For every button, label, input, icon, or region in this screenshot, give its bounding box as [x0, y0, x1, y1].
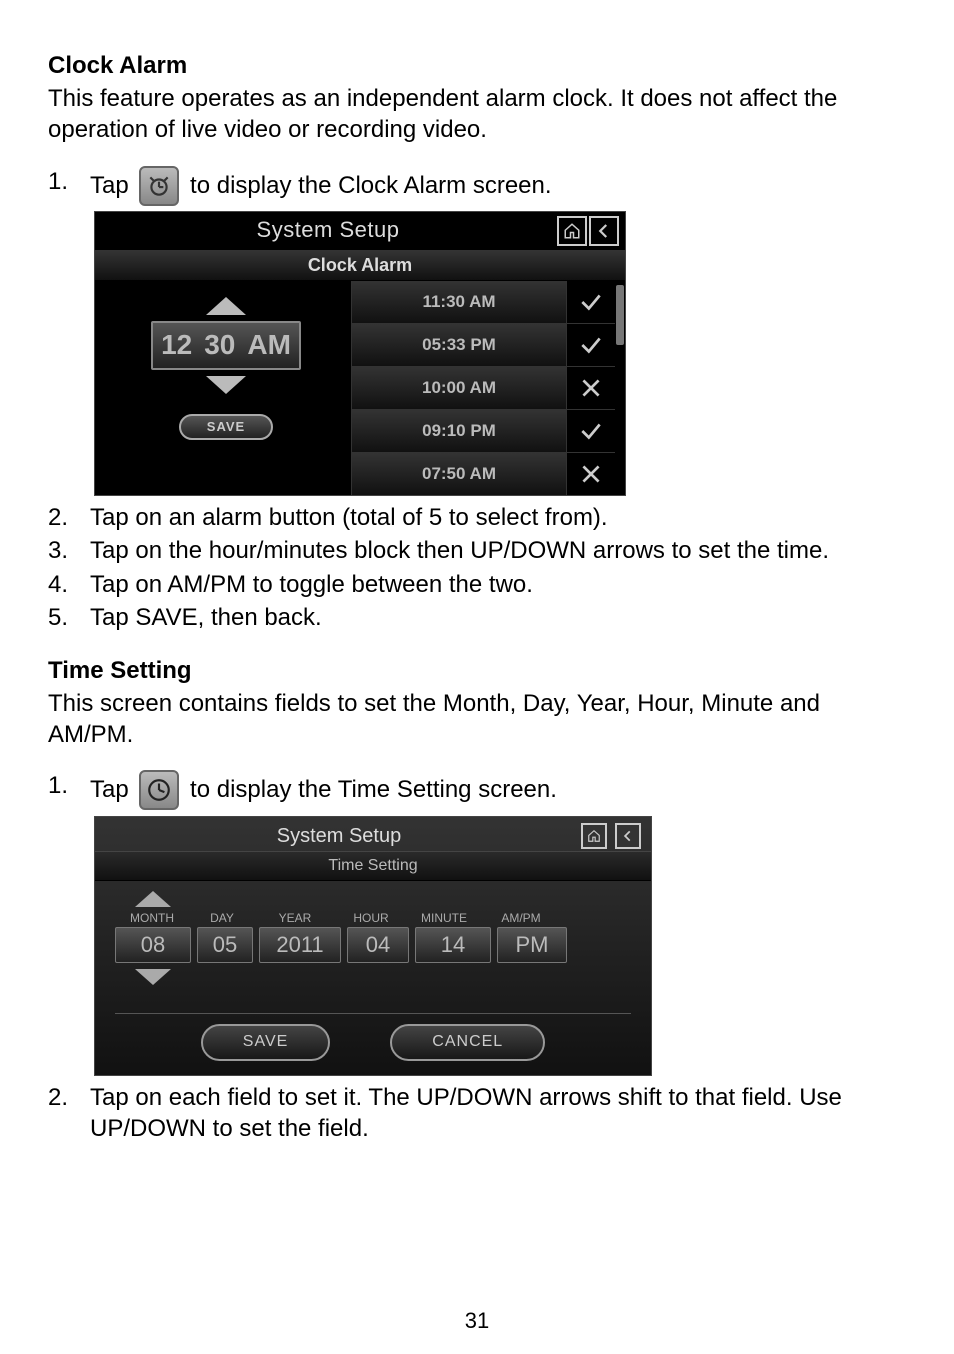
time-setting-step1: 1. Tap to display the Time Setting scree…	[48, 770, 906, 811]
hour-segment[interactable]: 12	[159, 327, 194, 363]
save-button[interactable]: SAVE	[201, 1024, 331, 1061]
clock-alarm-step3: 3.Tap on the hour/minutes block then UP/…	[48, 535, 906, 566]
alarm-clock-icon	[139, 166, 179, 206]
month-label: MONTH	[115, 911, 189, 927]
hour-field[interactable]: 04	[347, 927, 409, 963]
alarm-time[interactable]: 07:50 AM	[352, 453, 567, 495]
alarm-row[interactable]: 07:50 AM	[352, 453, 615, 495]
alarm-time[interactable]: 10:00 AM	[352, 367, 567, 409]
step1-suffix: to display the Time Setting screen.	[190, 776, 557, 803]
down-arrow-icon[interactable]	[206, 376, 246, 394]
check-icon[interactable]	[567, 281, 615, 323]
alarm-list: 11:30 AM05:33 PM10:00 AM09:10 PM07:50 AM	[351, 281, 615, 495]
down-arrow-icon[interactable]	[135, 969, 171, 985]
save-button[interactable]: SAVE	[179, 414, 273, 441]
time-picker[interactable]: 12 30 AM	[151, 321, 301, 369]
page-number: 31	[0, 1307, 954, 1336]
day-field[interactable]: 05	[197, 927, 253, 963]
clock-alarm-screenshot: System Setup Clock Alarm 12 30 AM SAVE 1…	[94, 211, 626, 496]
clock-alarm-intro: This feature operates as an independent …	[48, 83, 906, 145]
check-icon[interactable]	[567, 410, 615, 452]
alarm-row[interactable]: 09:10 PM	[352, 410, 615, 453]
minute-segment[interactable]: 30	[202, 327, 237, 363]
up-arrow-icon[interactable]	[206, 297, 246, 315]
time-setting-intro: This screen contains fields to set the M…	[48, 688, 906, 750]
ampm-field[interactable]: PM	[497, 927, 567, 963]
ampm-segment[interactable]: AM	[245, 327, 293, 363]
clock-alarm-step4: 4.Tap on AM/PM to toggle between the two…	[48, 569, 906, 600]
cancel-button[interactable]: CANCEL	[390, 1024, 545, 1061]
step1-suffix: to display the Clock Alarm screen.	[190, 172, 552, 199]
system-setup-title: System Setup	[105, 823, 573, 849]
home-icon[interactable]	[581, 823, 607, 849]
step1-prefix: Tap	[90, 172, 129, 199]
clock-alarm-step1: 1. Tap to display the Clock Alarm screen…	[48, 166, 906, 207]
time-setting-step2: 2.Tap on each field to set it. The UP/DO…	[48, 1082, 906, 1144]
clock-alarm-step5: 5.Tap SAVE, then back.	[48, 602, 906, 633]
scrollbar-thumb[interactable]	[616, 285, 624, 345]
time-setting-subtitle: Time Setting	[95, 851, 651, 882]
system-setup-title: System Setup	[101, 216, 555, 245]
x-icon[interactable]	[567, 367, 615, 409]
ampm-label: AM/PM	[487, 911, 555, 927]
x-icon[interactable]	[567, 453, 615, 495]
alarm-row[interactable]: 11:30 AM	[352, 281, 615, 324]
day-label: DAY	[195, 911, 249, 927]
alarm-row[interactable]: 10:00 AM	[352, 367, 615, 410]
clock-alarm-heading: Clock Alarm	[48, 50, 906, 81]
clock-icon	[139, 770, 179, 810]
time-setting-heading: Time Setting	[48, 655, 906, 686]
year-label: YEAR	[255, 911, 335, 927]
year-field[interactable]: 2011	[259, 927, 341, 963]
time-setting-screenshot: System Setup Time Setting MONTH DAY YEAR…	[94, 816, 652, 1076]
alarm-row[interactable]: 05:33 PM	[352, 324, 615, 367]
minute-label: MINUTE	[407, 911, 481, 927]
alarm-time[interactable]: 11:30 AM	[352, 281, 567, 323]
alarm-time[interactable]: 05:33 PM	[352, 324, 567, 366]
home-icon[interactable]	[557, 216, 587, 246]
back-icon[interactable]	[589, 216, 619, 246]
up-arrow-icon[interactable]	[135, 891, 171, 907]
clock-alarm-step2: 2.Tap on an alarm button (total of 5 to …	[48, 502, 906, 533]
back-icon[interactable]	[615, 823, 641, 849]
check-icon[interactable]	[567, 324, 615, 366]
hour-label: HOUR	[341, 911, 401, 927]
minute-field[interactable]: 14	[415, 927, 491, 963]
alarm-time[interactable]: 09:10 PM	[352, 410, 567, 452]
clock-alarm-subtitle: Clock Alarm	[95, 251, 625, 281]
scrollbar[interactable]	[615, 281, 625, 495]
step1-prefix: Tap	[90, 776, 129, 803]
month-field[interactable]: 08	[115, 927, 191, 963]
